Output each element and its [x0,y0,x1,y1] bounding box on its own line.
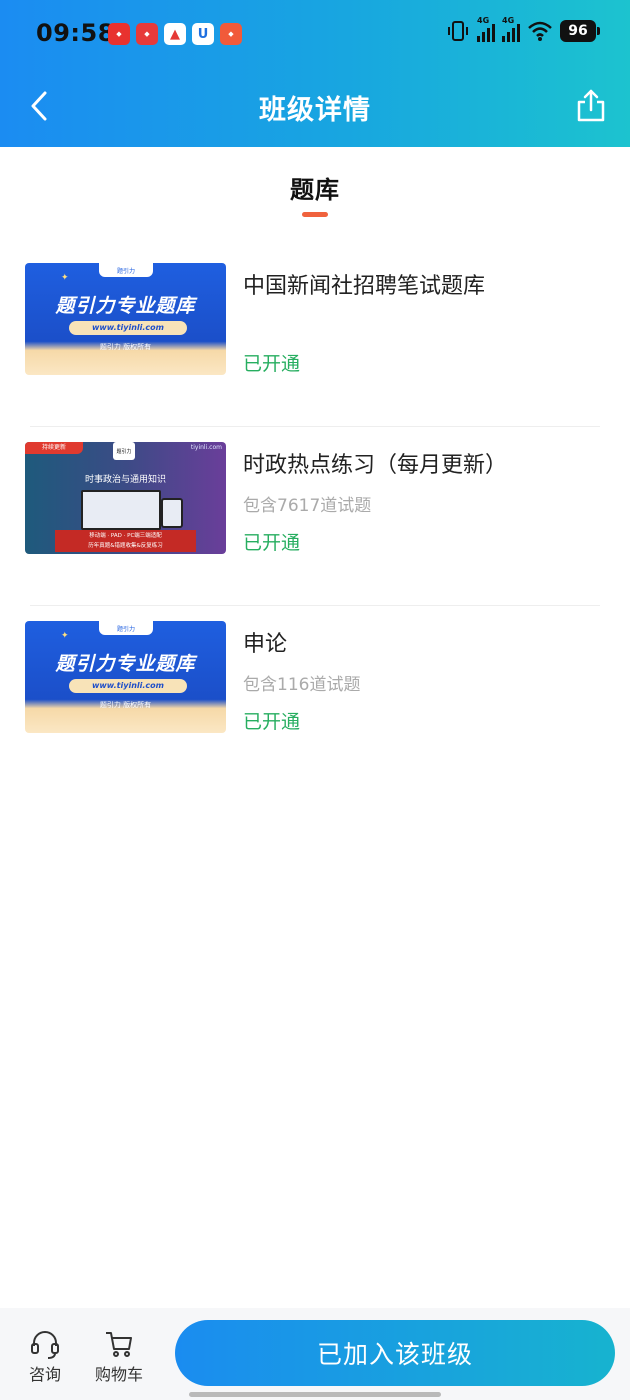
sparkle-icon: ✦ [61,631,69,641]
bank-status: 已开通 [243,532,301,554]
brand-logo: 题引力 [99,263,153,277]
bank-title: 中国新闻社招聘笔试题库 [243,274,486,299]
consult-button[interactable]: 咨询 [15,1328,75,1385]
list-item[interactable]: 持续更新 题引力 tiyinli.com 时事政治与通用知识 移动端 · PAD… [0,427,630,606]
cart-button[interactable]: 购物车 [89,1328,149,1385]
status-time: 09:58 [36,19,115,47]
sparkle-icon: ✦ [61,273,69,283]
offcn-icon: ◆ [108,23,130,45]
thumbnail-title: 时事政治与通用知识 [84,475,166,485]
system-icons: 4G 4G 96 [446,16,600,42]
bank-question-count: 包含7617道试题 [243,496,372,516]
brand-logo: 题引力 [113,442,135,460]
thumbnail-url: www.tiyinli.com [69,321,187,335]
share-button[interactable] [574,84,608,126]
thumbnail-banner: 移动端 · PAD · PC端三端适配 历年真题&错题收集&反复练习 [55,530,196,552]
shopping-cart-icon [106,1332,132,1357]
bank-title: 时政热点练习（每月更新） [243,453,508,478]
signal-icon: 4G [477,16,495,42]
app-header: 09:58 ◆ ◆ ▲ U ◆ 4G 4G 96 班级详情 [0,0,630,147]
banner-line-2: 历年真题&错题收集&反复练习 [88,543,163,549]
zhonggong-icon: ◆ [136,23,158,45]
consult-label: 咨询 [28,1365,61,1384]
battery-icon: 96 [560,20,600,42]
bank-question-count: 包含116道试题 [243,675,361,695]
headset-icon [31,1331,59,1359]
phone-illustration [161,498,183,528]
list-item[interactable]: ✦ 题引力 题引力专业题库 www.tiyinli.com 题引力 版权所有 中… [0,248,630,427]
bank-status: 已开通 [243,353,301,375]
question-bank-list: ✦ 题引力 题引力专业题库 www.tiyinli.com 题引力 版权所有 中… [0,248,630,785]
notification-icons: ◆ ◆ ▲ U ◆ [108,23,242,45]
tab-label: 题库 [290,176,340,204]
vibrate-icon [448,21,468,41]
status-bar: 09:58 ◆ ◆ ▲ U ◆ 4G 4G 96 [0,0,630,70]
page-title: 班级详情 [259,95,371,126]
cart-label: 购物车 [94,1365,143,1384]
bank-thumbnail: ✦ 题引力 题引力专业题库 www.tiyinli.com 题引力 版权所有 [25,621,226,733]
tab-question-bank[interactable]: 题库 [0,170,630,217]
wifi-icon [528,21,552,41]
brand-logo: 题引力 [99,621,153,635]
thumbnail-copyright: 题引力 版权所有 [99,343,152,351]
thumbnail-copyright: 题引力 版权所有 [99,701,152,709]
home-indicator [189,1392,441,1397]
thumbnail-title: 题引力专业题库 [55,653,196,675]
app-a-icon: ▲ [164,23,186,45]
tab-indicator [302,212,328,217]
laptop-illustration [81,490,161,530]
bank-title: 申论 [243,632,288,657]
update-badge: 持续更新 [25,442,83,454]
bottom-action-bar: 咨询 购物车 已加入该班级 [0,1308,630,1400]
thumbnail-title: 题引力专业题库 [55,295,196,317]
bank-thumbnail: 持续更新 题引力 tiyinli.com 时事政治与通用知识 移动端 · PAD… [25,442,226,554]
bank-status: 已开通 [243,711,301,733]
nav-bar: 班级详情 [0,70,630,147]
list-item[interactable]: ✦ 题引力 题引力专业题库 www.tiyinli.com 题引力 版权所有 申… [0,606,630,785]
share-icon [577,89,605,122]
app-u-icon: U [192,23,214,45]
app-news-icon: ◆ [220,23,242,45]
thumbnail-url: www.tiyinli.com [69,679,187,693]
signal-icon-2: 4G [502,16,520,42]
joined-class-button[interactable]: 已加入该班级 [175,1320,615,1386]
banner-line-1: 移动端 · PAD · PC端三端适配 [89,533,162,539]
bank-thumbnail: ✦ 题引力 题引力专业题库 www.tiyinli.com 题引力 版权所有 [25,263,226,375]
thumbnail-site: tiyinli.com [190,444,222,451]
